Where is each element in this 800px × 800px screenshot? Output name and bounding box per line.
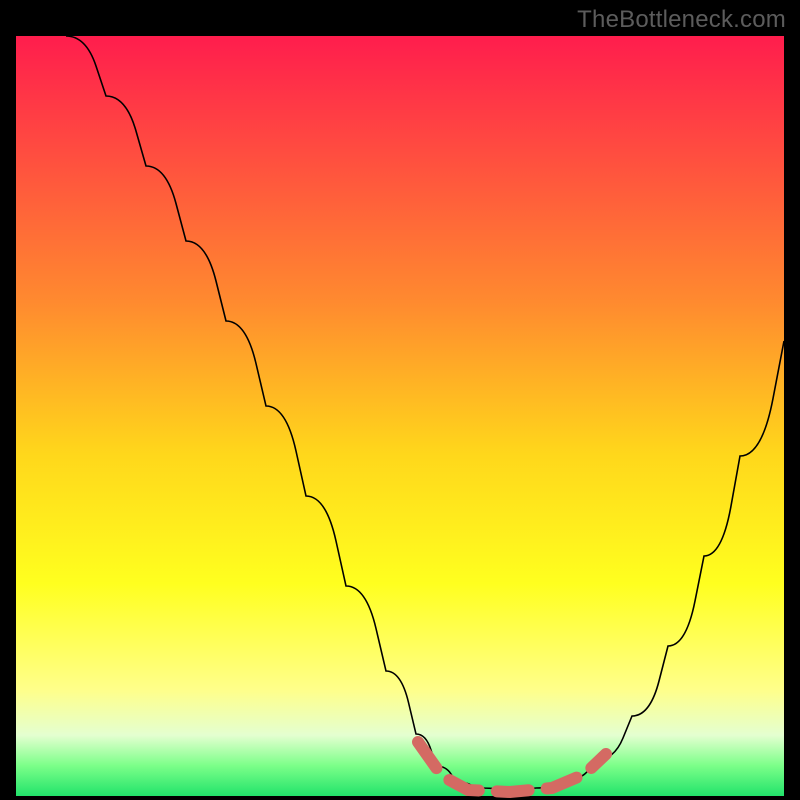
chart-frame: TheBottleneck.com — [0, 0, 800, 800]
chart-background — [16, 36, 784, 796]
bottleneck-chart — [0, 0, 800, 800]
